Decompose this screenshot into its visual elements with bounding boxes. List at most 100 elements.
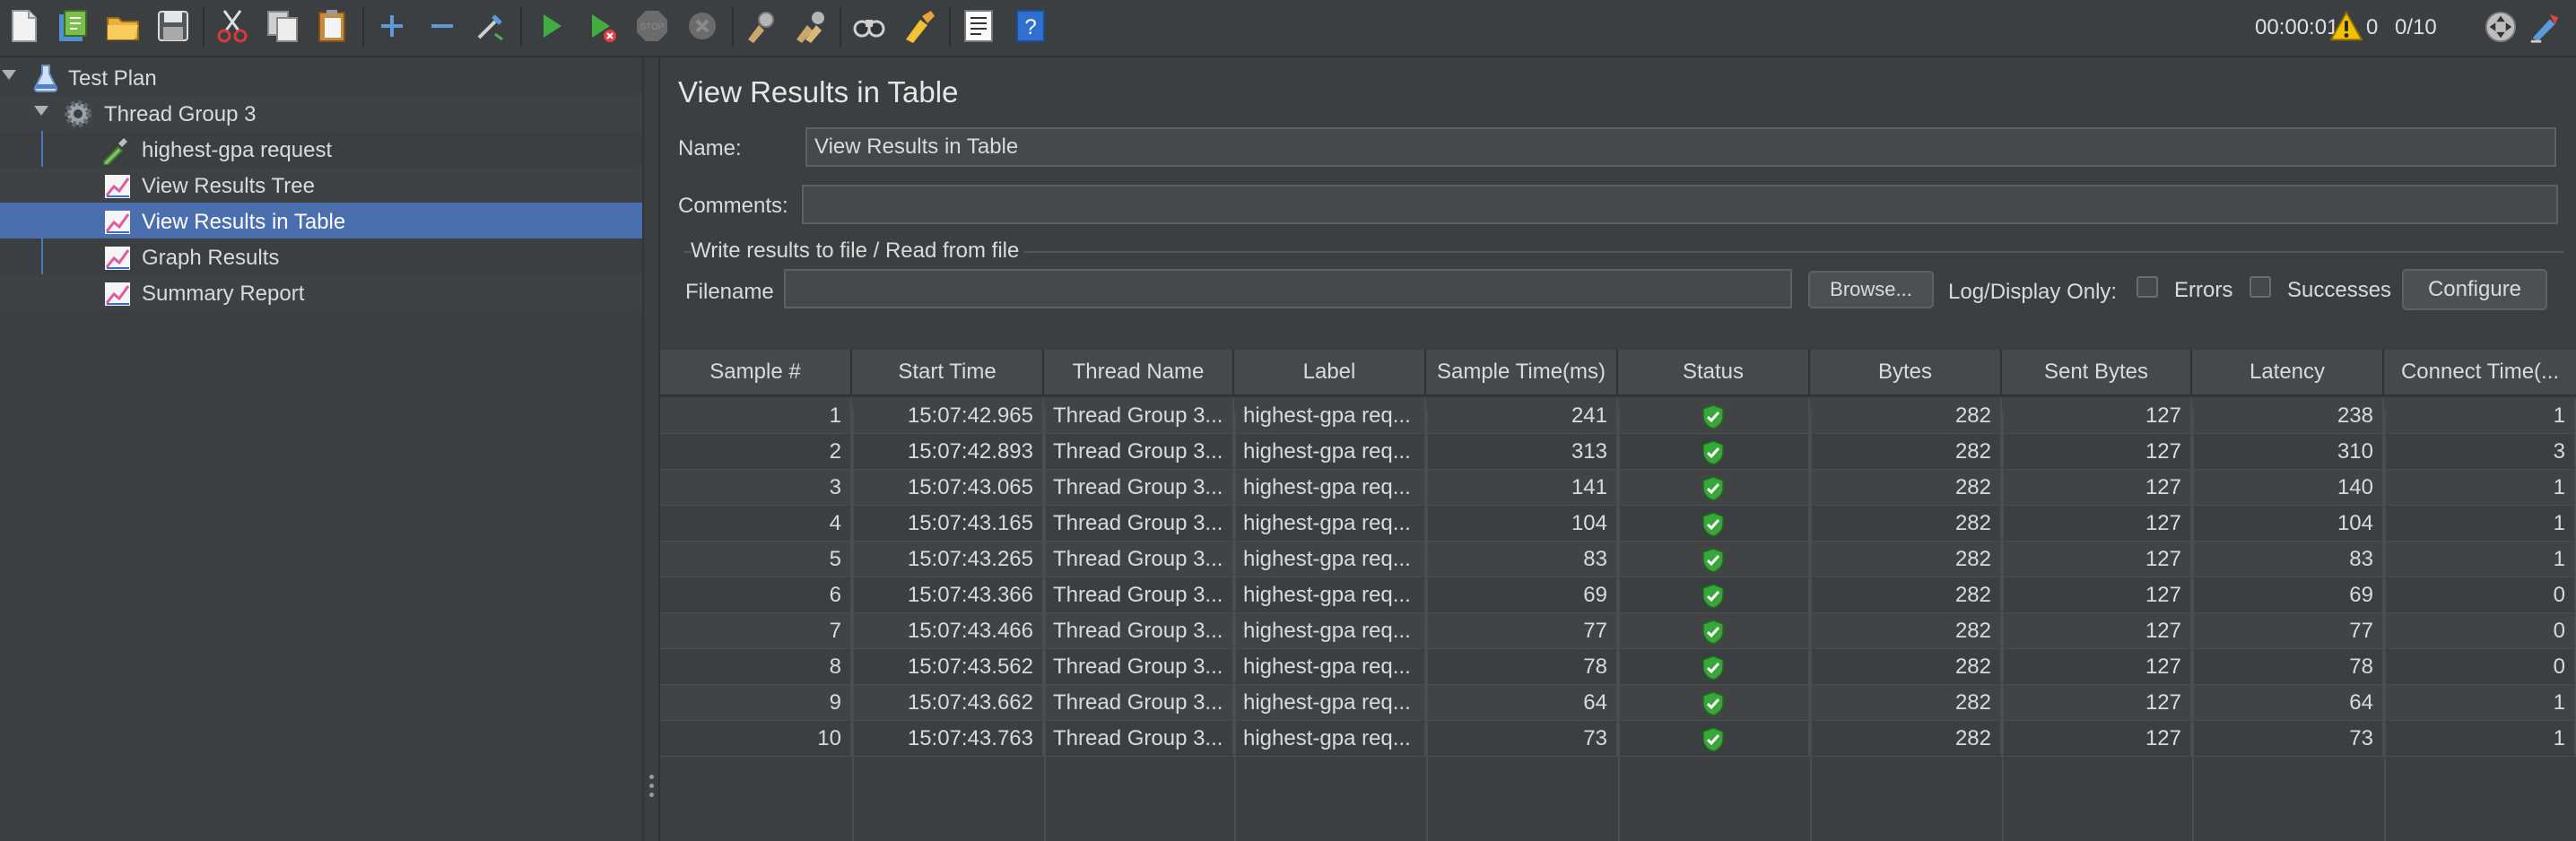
- tree-item-view-results-table[interactable]: View Results in Table: [0, 203, 642, 238]
- page-title: View Results in Table: [678, 75, 959, 108]
- column-header-sample[interactable]: Sample #: [660, 350, 852, 396]
- reset-search-icon[interactable]: [901, 7, 938, 45]
- column-header-status[interactable]: Status: [1618, 350, 1810, 396]
- column-header-bytes[interactable]: Bytes: [1810, 350, 2002, 396]
- column-header-connect-time[interactable]: Connect Time(...: [2384, 350, 2576, 396]
- cell-label: highest-gpa req...: [1234, 506, 1426, 542]
- successes-checkbox[interactable]: [2250, 276, 2271, 298]
- cell-bytes: 282: [1810, 434, 2002, 470]
- cell-start-time: 15:07:43.466: [852, 613, 1044, 649]
- cell-connect-time: 1: [2384, 398, 2576, 434]
- errors-checkbox[interactable]: [2137, 276, 2158, 298]
- cell-status: [1618, 685, 1810, 721]
- cell-status: [1618, 721, 1810, 757]
- name-label: Name:: [678, 136, 742, 160]
- cell-start-time: 15:07:42.893: [852, 434, 1044, 470]
- warning-count: 0: [2366, 15, 2379, 39]
- success-shield-icon: [1702, 475, 1724, 501]
- split-pane-divider[interactable]: [642, 57, 660, 841]
- cell-bytes: 282: [1810, 470, 2002, 506]
- cell-label: highest-gpa req...: [1234, 470, 1426, 506]
- cell-latency: 77: [2192, 613, 2384, 649]
- cell-connect-time: 1: [2384, 542, 2576, 577]
- cell-sample: 2: [660, 434, 852, 470]
- cell-start-time: 15:07:43.366: [852, 577, 1044, 613]
- cell-thread-name: Thread Group 3...: [1044, 398, 1234, 434]
- warning-icon[interactable]: [2328, 9, 2364, 45]
- browse-button[interactable]: Browse...: [1808, 271, 1934, 308]
- cell-status: [1618, 470, 1810, 506]
- search-icon[interactable]: [850, 7, 888, 45]
- tree-item-summary-report[interactable]: Summary Report: [0, 274, 642, 310]
- function-helper-icon[interactable]: [960, 7, 997, 45]
- cell-sample: 7: [660, 613, 852, 649]
- help-icon[interactable]: ?: [1012, 7, 1049, 45]
- cell-status: [1618, 613, 1810, 649]
- templates-icon[interactable]: [54, 7, 91, 45]
- success-shield-icon: [1702, 619, 1724, 645]
- tree-item-thread-group[interactable]: Thread Group 3: [0, 95, 642, 131]
- errors-label: Errors: [2174, 278, 2233, 302]
- open-icon[interactable]: [104, 7, 142, 45]
- chevron-down-icon[interactable]: [2, 70, 16, 80]
- cell-sample-time: 83: [1426, 542, 1618, 577]
- configure-button[interactable]: Configure: [2402, 269, 2547, 310]
- start-no-pauses-icon[interactable]: [583, 7, 621, 45]
- column-header-sent-bytes[interactable]: Sent Bytes: [2002, 350, 2192, 396]
- name-field[interactable]: [805, 127, 2556, 167]
- comments-field[interactable]: [802, 185, 2558, 224]
- cell-thread-name: Thread Group 3...: [1044, 613, 1234, 649]
- cell-status: [1618, 506, 1810, 542]
- tree-item-label: View Results Tree: [142, 174, 315, 198]
- cell-start-time: 15:07:43.165: [852, 506, 1044, 542]
- start-icon[interactable]: [533, 7, 570, 45]
- cut-icon[interactable]: [213, 7, 251, 45]
- cell-sample-time: 73: [1426, 721, 1618, 757]
- cell-sent-bytes: 127: [2002, 398, 2192, 434]
- cell-sample-time: 141: [1426, 470, 1618, 506]
- log-viewer-icon[interactable]: [2528, 9, 2563, 45]
- cell-sample: 6: [660, 577, 852, 613]
- copy-icon[interactable]: [264, 7, 301, 45]
- tree-item-label: Summary Report: [142, 282, 305, 306]
- success-shield-icon: [1702, 690, 1724, 716]
- success-shield-icon: [1702, 403, 1724, 429]
- shutdown-icon[interactable]: [683, 7, 721, 45]
- chart-icon: [102, 242, 133, 273]
- column-header-start-time[interactable]: Start Time: [852, 350, 1044, 396]
- column-header-latency[interactable]: Latency: [2192, 350, 2384, 396]
- tree-item-http-request[interactable]: highest-gpa request: [0, 131, 642, 167]
- stop-icon[interactable]: STOP: [633, 7, 671, 45]
- cell-bytes: 282: [1810, 649, 2002, 685]
- tree-item-test-plan[interactable]: Test Plan: [0, 59, 642, 95]
- tree-item-graph-results[interactable]: Graph Results: [0, 238, 642, 274]
- active-threads-count: 0/10: [2395, 15, 2437, 39]
- cell-latency: 69: [2192, 577, 2384, 613]
- cell-sample: 4: [660, 506, 852, 542]
- success-shield-icon: [1702, 655, 1724, 681]
- collapse-icon[interactable]: [423, 7, 461, 45]
- cell-sent-bytes: 127: [2002, 434, 2192, 470]
- tree-item-label: Test Plan: [68, 66, 157, 91]
- cell-sent-bytes: 127: [2002, 721, 2192, 757]
- clear-icon[interactable]: [741, 7, 779, 45]
- clear-all-icon[interactable]: [791, 7, 829, 45]
- column-header-thread-name[interactable]: Thread Name: [1044, 350, 1234, 396]
- toggle-icon[interactable]: [472, 7, 509, 45]
- cell-bytes: 282: [1810, 613, 2002, 649]
- remote-engines-icon[interactable]: [2483, 9, 2519, 45]
- cell-sent-bytes: 127: [2002, 649, 2192, 685]
- column-header-sample-time[interactable]: Sample Time(ms): [1426, 350, 1618, 396]
- cell-thread-name: Thread Group 3...: [1044, 721, 1234, 757]
- expand-icon[interactable]: [373, 7, 411, 45]
- filename-field[interactable]: [784, 269, 1792, 308]
- cell-status: [1618, 649, 1810, 685]
- paste-icon[interactable]: [314, 7, 352, 45]
- cell-sample-time: 78: [1426, 649, 1618, 685]
- chevron-down-icon[interactable]: [34, 106, 48, 116]
- tree-item-view-results-tree[interactable]: View Results Tree: [0, 167, 642, 203]
- new-icon[interactable]: [5, 7, 43, 45]
- save-icon[interactable]: [154, 7, 192, 45]
- column-header-label[interactable]: Label: [1234, 350, 1426, 396]
- cell-label: highest-gpa req...: [1234, 434, 1426, 470]
